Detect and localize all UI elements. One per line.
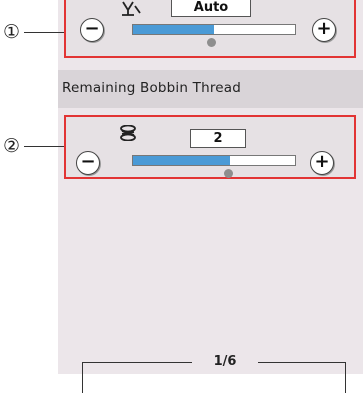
thread-tension-minus-button[interactable]: − <box>80 18 104 42</box>
callout-marker-2: ② <box>3 135 21 157</box>
thread-tension-slider[interactable] <box>132 24 296 35</box>
thread-tension-plus-button[interactable]: + <box>312 18 336 42</box>
thread-tension-slider-knob[interactable] <box>207 38 216 47</box>
page-indicator: 1/6 <box>192 352 258 372</box>
bobbin-thread-slider-knob[interactable] <box>224 169 233 178</box>
bobbin-thread-value: 2 <box>190 129 246 148</box>
section-header-title: Remaining Bobbin Thread <box>62 80 242 96</box>
thread-tension-control: Auto − + <box>64 0 356 58</box>
callout-marker-1: ① <box>3 21 21 43</box>
bobbin-thread-plus-button[interactable]: + <box>310 151 334 175</box>
bobbin-icon <box>118 124 138 142</box>
bobbin-thread-slider-fill <box>133 156 231 165</box>
bobbin-thread-minus-button[interactable]: − <box>76 151 100 175</box>
bobbin-thread-control: 2 − + <box>64 115 356 179</box>
callout-line-2 <box>24 146 64 147</box>
thread-tension-value: Auto <box>171 0 251 17</box>
thread-tension-icon <box>120 0 142 16</box>
thread-tension-slider-fill <box>133 25 214 34</box>
callout-line-1 <box>24 32 64 33</box>
bobbin-thread-slider[interactable] <box>132 155 296 166</box>
